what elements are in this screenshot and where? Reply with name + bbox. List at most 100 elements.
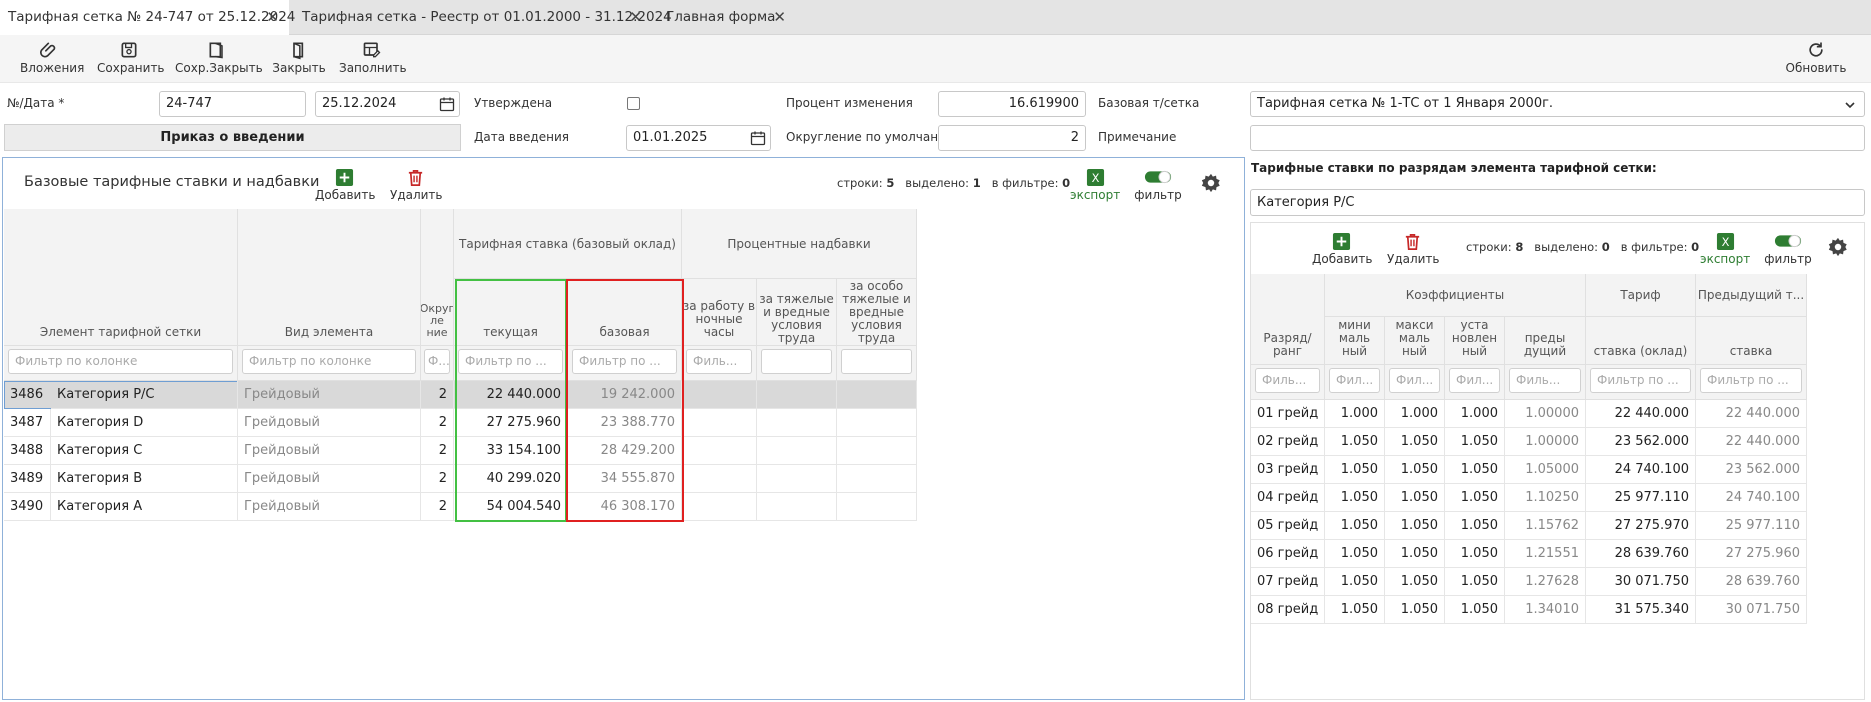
cell-prev[interactable]: 1.21551 [1505,540,1586,568]
cell-kind[interactable]: Грейдовый [238,381,421,409]
cell-prev[interactable]: 1.05000 [1505,456,1586,484]
cell-min[interactable]: 1.050 [1325,512,1385,540]
cell-prev-rate[interactable]: 24 740.100 [1696,484,1807,512]
cell-prev-rate[interactable]: 22 440.000 [1696,400,1807,428]
cell-base[interactable]: 23 388.770 [568,409,682,437]
col-header-rank[interactable]: Разряд/ ранг [1251,274,1325,365]
table-row[interactable]: 02 грейд 1.050 1.050 1.050 1.00000 23 562.000… [1251,428,1807,456]
cell-rank[interactable]: 02 грейд [1251,428,1325,456]
cell-empty[interactable] [757,493,837,521]
cell-round[interactable]: 2 [421,493,454,521]
filter-very-harmful-input[interactable] [841,349,912,374]
cell-set[interactable]: 1.050 [1445,540,1505,568]
cell-max[interactable]: 1.050 [1385,596,1445,624]
cell-empty[interactable] [757,465,837,493]
cell-rate[interactable]: 24 740.100 [1586,456,1696,484]
cell-base[interactable]: 34 555.870 [568,465,682,493]
attachments-button[interactable]: Вложения [20,39,84,79]
table-row[interactable]: 3486 Категория Р/С Грейдовый 2 22 440.000 19 … [4,381,917,409]
cell-set[interactable]: 1.050 [1445,512,1505,540]
cell-current[interactable]: 22 440.000 [454,381,568,409]
cell-empty[interactable] [837,381,917,409]
cell-id[interactable]: 3488 [4,437,51,465]
cell-empty[interactable] [682,493,757,521]
cell-min[interactable]: 1.050 [1325,568,1385,596]
col-header-rate[interactable]: ставка (оклад) [1586,317,1696,365]
delete-button[interactable]: Удалить [390,166,443,202]
cell-min[interactable]: 1.050 [1325,456,1385,484]
cell-min[interactable]: 1.050 [1325,540,1385,568]
table-row[interactable]: 07 грейд 1.050 1.050 1.050 1.27628 30 071.750… [1251,568,1807,596]
base-grid-select[interactable]: Тарифная сетка № 1-ТС от 1 Января 2000г. [1250,91,1865,117]
cell-rank[interactable]: 06 грейд [1251,540,1325,568]
filter-grade-toggle[interactable]: фильтр [1762,230,1814,266]
cell-min[interactable]: 1.050 [1325,428,1385,456]
calendar-icon[interactable] [750,130,766,146]
cell-set[interactable]: 1.000 [1445,400,1505,428]
cell-empty[interactable] [837,493,917,521]
cell-max[interactable]: 1.050 [1385,540,1445,568]
close-icon[interactable]: ✕ [629,0,642,35]
table-row[interactable]: 05 грейд 1.050 1.050 1.050 1.15762 27 275.970… [1251,512,1807,540]
cell-current[interactable]: 54 004.540 [454,493,568,521]
save-close-button[interactable]: Сохр.Закрыть [175,39,263,79]
filter-toggle[interactable]: фильтр [1132,166,1184,202]
cell-empty[interactable] [682,437,757,465]
col-header-base[interactable]: базовая [568,279,682,346]
cell-set[interactable]: 1.050 [1445,428,1505,456]
cell-min[interactable]: 1.050 [1325,484,1385,512]
export-grade-button[interactable]: X экспорт [1700,230,1750,266]
calendar-icon[interactable] [439,96,455,112]
delete-grade-button[interactable]: Удалить [1387,230,1440,266]
table-row[interactable]: 08 грейд 1.050 1.050 1.050 1.34010 31 575.340… [1251,596,1807,624]
filter-base-input[interactable]: Фильтр по ... [572,349,677,374]
cell-rate[interactable]: 31 575.340 [1586,596,1696,624]
cell-kind[interactable]: Грейдовый [238,493,421,521]
filter-current-input[interactable]: Фильтр по ... [458,349,563,374]
filter-min-input[interactable]: Фил... [1329,368,1380,393]
cell-name[interactable]: Категория D [51,409,238,437]
cell-prev[interactable]: 1.34010 [1505,596,1586,624]
filter-set-input[interactable]: Фил... [1449,368,1500,393]
cell-empty[interactable] [757,437,837,465]
cell-round[interactable]: 2 [421,437,454,465]
filter-rate-input[interactable]: Фильтр по ... [1590,368,1691,393]
number-field[interactable]: 24-747 [159,91,306,117]
refresh-button[interactable]: Обновить [1783,39,1849,79]
table-row[interactable]: 03 грейд 1.050 1.050 1.050 1.05000 24 740.100… [1251,456,1807,484]
cell-rate[interactable]: 22 440.000 [1586,400,1696,428]
cell-rank[interactable]: 07 грейд [1251,568,1325,596]
export-button[interactable]: X экспорт [1070,166,1120,202]
cell-empty[interactable] [757,409,837,437]
table-row[interactable]: 3487 Категория D Грейдовый 2 27 275.960 23 38… [4,409,917,437]
col-header-prev-rate[interactable]: ставка [1696,317,1807,365]
cell-kind[interactable]: Грейдовый [238,465,421,493]
cell-max[interactable]: 1.050 [1385,512,1445,540]
table-row[interactable]: 3490 Категория A Грейдовый 2 54 004.540 46 30… [4,493,917,521]
cell-empty[interactable] [682,409,757,437]
close-icon[interactable]: ✕ [773,0,786,35]
cell-max[interactable]: 1.050 [1385,428,1445,456]
cell-rank[interactable]: 03 грейд [1251,456,1325,484]
cell-empty[interactable] [837,409,917,437]
add-grade-button[interactable]: Добавить [1312,230,1372,266]
cell-rate[interactable]: 30 071.750 [1586,568,1696,596]
col-header-current[interactable]: текущая [454,279,568,346]
table-row[interactable]: 3488 Категория C Грейдовый 2 33 154.100 28 42… [4,437,917,465]
filter-kind-input[interactable]: Фильтр по колонке [242,349,416,374]
cell-max[interactable]: 1.050 [1385,568,1445,596]
cell-kind[interactable]: Грейдовый [238,437,421,465]
cell-rank[interactable]: 04 грейд [1251,484,1325,512]
cell-empty[interactable] [757,381,837,409]
filter-night-input[interactable]: Филь... [686,349,752,374]
cell-prev-rate[interactable]: 22 440.000 [1696,428,1807,456]
col-header-max[interactable]: макси маль ный [1385,317,1445,365]
cell-rank[interactable]: 08 грейд [1251,596,1325,624]
cell-empty[interactable] [837,437,917,465]
cell-round[interactable]: 2 [421,409,454,437]
cell-prev-rate[interactable]: 28 639.760 [1696,568,1807,596]
note-field[interactable] [1250,125,1865,151]
rounding-field[interactable]: 2 [938,125,1086,151]
col-header-night[interactable]: за работу в ночные часы [682,279,757,346]
cell-max[interactable]: 1.050 [1385,484,1445,512]
